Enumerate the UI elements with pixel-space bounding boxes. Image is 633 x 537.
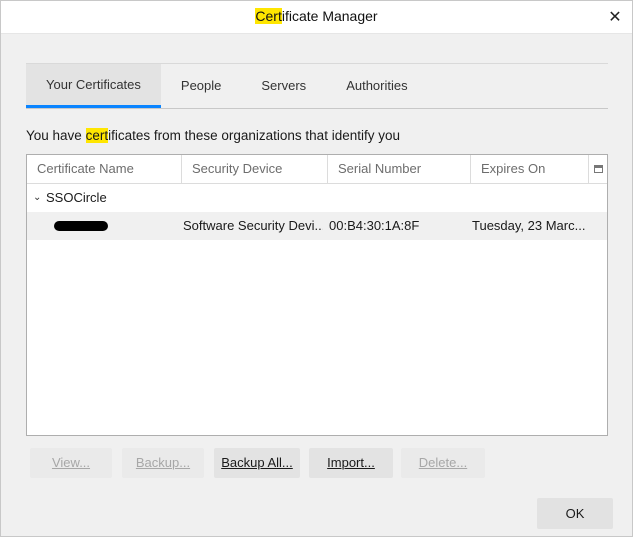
description-before: You have bbox=[26, 128, 86, 143]
delete-button[interactable]: Delete... bbox=[401, 448, 485, 478]
column-header-row: Certificate Name Security Device Serial … bbox=[27, 155, 607, 184]
column-serial-number[interactable]: Serial Number bbox=[328, 155, 471, 183]
redacted-certificate-name bbox=[54, 221, 108, 231]
group-label: SSOCircle bbox=[46, 190, 107, 205]
cell-security-device: Software Security Devi... bbox=[183, 218, 323, 233]
backup-button[interactable]: Backup... bbox=[122, 448, 204, 478]
cell-serial-number: 00:B4:30:1A:8F bbox=[329, 218, 420, 233]
tab-people[interactable]: People bbox=[161, 64, 241, 108]
certificate-tree[interactable]: Certificate Name Security Device Serial … bbox=[26, 154, 608, 436]
tree-group-ssocircle[interactable]: ⌄ SSOCircle bbox=[27, 186, 607, 210]
description-after: ificates from these organizations that i… bbox=[108, 128, 400, 143]
action-buttons: View... Backup... Backup All... Import..… bbox=[30, 448, 490, 478]
view-button[interactable]: View... bbox=[30, 448, 112, 478]
ok-button[interactable]: OK bbox=[537, 498, 613, 529]
description-text: You have certificates from these organiz… bbox=[26, 128, 400, 143]
table-row[interactable]: Software Security Devi... 00:B4:30:1A:8F… bbox=[27, 212, 607, 240]
column-certificate-name[interactable]: Certificate Name bbox=[27, 155, 182, 183]
cell-expires-on: Tuesday, 23 Marc... bbox=[472, 218, 586, 233]
column-picker-icon[interactable] bbox=[589, 155, 607, 183]
tab-your-certificates[interactable]: Your Certificates bbox=[26, 64, 161, 108]
close-icon[interactable]: ✕ bbox=[602, 4, 628, 30]
title-bar: Certificate Manager ✕ bbox=[1, 1, 632, 34]
tab-bar: Your Certificates People Servers Authori… bbox=[26, 63, 608, 109]
import-button[interactable]: Import... bbox=[309, 448, 393, 478]
tab-authorities[interactable]: Authorities bbox=[326, 64, 427, 108]
description-highlight: cert bbox=[85, 128, 109, 143]
window-title: Certificate Manager bbox=[1, 8, 632, 24]
backup-all-button[interactable]: Backup All... bbox=[214, 448, 300, 478]
column-security-device[interactable]: Security Device bbox=[182, 155, 328, 183]
chevron-down-icon[interactable]: ⌄ bbox=[33, 186, 41, 210]
title-highlight: Cert bbox=[255, 8, 282, 24]
title-rest: ificate Manager bbox=[281, 8, 378, 24]
tab-servers[interactable]: Servers bbox=[241, 64, 326, 108]
column-expires-on[interactable]: Expires On bbox=[471, 155, 589, 183]
certificate-manager-window: Certificate Manager ✕ Your Certificates … bbox=[0, 0, 633, 537]
